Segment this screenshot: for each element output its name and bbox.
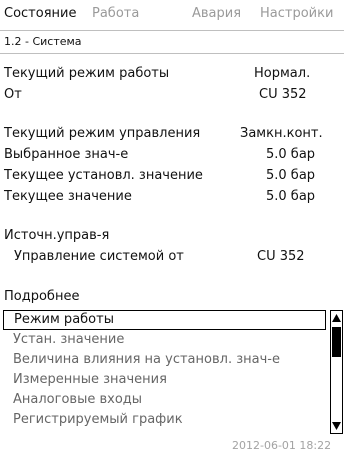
menu-item-operating-mode[interactable]: Режим работы [3,310,326,330]
menu-item-measured-values[interactable]: Измеренные значения [3,370,326,390]
selected-value-row: Выбранное знач-е 5.0 бар [4,145,340,165]
menu-item-log-graph[interactable]: Регистрируемый график [3,410,326,430]
control-source-title-row: Источн.управ-я [4,226,340,246]
tab-bar: Состояние Работа Авария Настройки [4,4,344,26]
arrow-down-icon[interactable] [331,419,342,433]
selected-value: 5.0 бар [266,147,316,162]
operation-from-row: От CU 352 [4,85,340,105]
tab-status[interactable]: Состояние [4,4,76,24]
tab-alarm[interactable]: Авария [192,4,241,24]
control-mode-row: Текущий режим управления Замкн.конт. [4,124,340,144]
menu-item-setpoint[interactable]: Устан. значение [3,330,326,350]
system-control-value: CU 352 [257,249,305,264]
current-value-row: Текущее значение 5.0 бар [4,187,340,207]
operation-from-label: От [4,87,22,102]
details-title: Подробнее [4,289,80,304]
menu-scrollbar[interactable] [330,310,343,434]
system-control-label: Управление системой от [14,249,184,264]
tab-settings[interactable]: Настройки [260,4,333,24]
operation-from-value: CU 352 [259,87,307,102]
current-setpoint-row: Текущее установл. значение 5.0 бар [4,166,340,186]
selected-value-label: Выбранное знач-е [4,147,129,162]
control-mode-label: Текущий режим управления [4,126,201,141]
details-title-row: Подробнее [4,287,340,307]
screen-title: 1.2 - Система [0,30,344,54]
operation-mode-label: Текущий режим работы [4,66,170,81]
arrow-up-icon[interactable] [331,311,342,325]
current-value-label: Текущее значение [4,189,132,204]
system-control-row: Управление системой от CU 352 [4,247,340,267]
operation-mode-row: Текущий режим работы Нормал. [4,64,340,84]
operation-mode-value: Нормал. [254,66,311,81]
current-value: 5.0 бар [266,189,316,204]
control-mode-value: Замкн.конт. [240,126,323,141]
current-setpoint-label: Текущее установл. значение [4,168,203,183]
scrollbar-thumb[interactable] [332,327,341,357]
tab-operation[interactable]: Работа [92,4,139,24]
status-datetime: 2012-06-01 18:22 [232,439,332,452]
details-menu: Режим работы Устан. значение Величина вл… [3,310,326,434]
menu-item-setpoint-influence[interactable]: Величина влияния на установл. знач-е [3,350,326,370]
control-source-title: Источн.управ-я [4,228,110,243]
current-setpoint-value: 5.0 бар [266,168,316,183]
screen-title-text: 1.2 - Система [4,35,82,48]
menu-item-analog-inputs[interactable]: Аналоговые входы [3,390,326,410]
